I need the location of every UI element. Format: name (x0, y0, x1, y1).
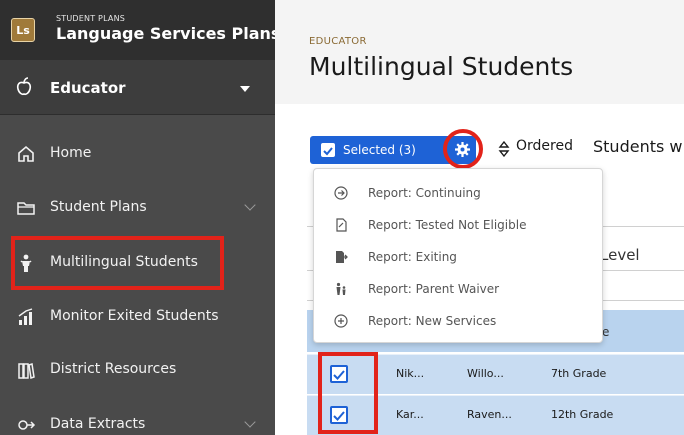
selected-count-label: Selected (3) (343, 143, 416, 157)
cell-first-name: Nik... (396, 367, 425, 380)
parent-icon (336, 282, 346, 295)
plus-circle-icon (334, 314, 348, 328)
students-heading: Students w (593, 137, 683, 156)
menu-item-report-tested-not-eligible[interactable]: Report: Tested Not Eligible (314, 209, 604, 241)
caret-down-icon (240, 86, 250, 92)
chevron-down-icon (244, 199, 256, 211)
chevron-down-icon (244, 416, 256, 428)
chart-icon (18, 308, 33, 325)
column-header-level[interactable]: Level (600, 246, 640, 264)
cell-grade: 7th Grade (551, 367, 607, 380)
sidebar-item-data-extracts[interactable]: Data Extracts (0, 405, 275, 435)
menu-item-label: Report: Tested Not Eligible (368, 218, 527, 232)
actions-dropdown: Report: Continuing Report: Tested Not El… (313, 168, 603, 343)
cell-grade: 12th Grade (551, 408, 614, 421)
ordered-toggle[interactable]: Ordered (516, 138, 573, 154)
extract-icon (18, 420, 36, 430)
menu-item-report-new-services[interactable]: Report: New Services (314, 305, 604, 337)
menu-item-report-parent-waiver[interactable]: Report: Parent Waiver (314, 273, 604, 305)
apple-icon (16, 77, 32, 96)
sidebar-item-label: Student Plans (50, 199, 147, 215)
cell-last-name: Willo... (467, 367, 504, 380)
sidebar-item-student-plans[interactable]: Student Plans (0, 188, 275, 228)
brand-title: Language Services Plans (56, 24, 281, 43)
menu-item-label: Report: Exiting (368, 250, 457, 264)
highlight-annotation (11, 236, 224, 290)
menu-item-report-exiting[interactable]: Report: Exiting (314, 241, 604, 273)
page-header: EDUCATOR Multilingual Students (275, 0, 684, 104)
arrow-circle-icon (334, 186, 348, 200)
role-label: Educator (50, 79, 126, 97)
menu-item-report-continuing[interactable]: Report: Continuing (314, 177, 604, 209)
role-selector[interactable]: Educator (0, 60, 275, 115)
app-root: Ls STUDENT PLANS Language Services Plans… (0, 0, 684, 435)
sidebar: Ls STUDENT PLANS Language Services Plans… (0, 0, 280, 435)
cell-first-name: Kar... (396, 408, 424, 421)
home-icon (18, 145, 34, 162)
page-eyebrow: EDUCATOR (309, 36, 367, 47)
sidebar-item-label: District Resources (50, 361, 177, 377)
sidebar-item-home[interactable]: Home (0, 134, 275, 174)
menu-item-label: Report: New Services (368, 314, 497, 328)
sidebar-item-district-resources[interactable]: District Resources (0, 350, 275, 390)
document-icon (336, 218, 347, 232)
brand-header: Ls STUDENT PLANS Language Services Plans (0, 0, 280, 60)
app-logo: Ls (11, 18, 35, 42)
checkbox-checked-icon (321, 143, 335, 157)
brand-subtitle: STUDENT PLANS (56, 14, 126, 23)
cell-last-name: Raven... (467, 408, 512, 421)
books-icon (18, 363, 35, 379)
folder-icon (17, 202, 35, 215)
sidebar-item-label: Data Extracts (50, 416, 146, 432)
highlight-annotation (318, 352, 378, 434)
highlight-annotation (443, 129, 483, 169)
sidebar-item-monitor-exited[interactable]: Monitor Exited Students (0, 297, 275, 337)
sidebar-item-label: Monitor Exited Students (50, 308, 219, 324)
exit-document-icon (336, 251, 348, 263)
menu-item-label: Report: Parent Waiver (368, 282, 500, 296)
menu-item-label: Report: Continuing (368, 186, 481, 200)
sidebar-item-label: Home (50, 145, 92, 161)
sort-icon (498, 141, 510, 157)
page-title: Multilingual Students (309, 52, 574, 81)
